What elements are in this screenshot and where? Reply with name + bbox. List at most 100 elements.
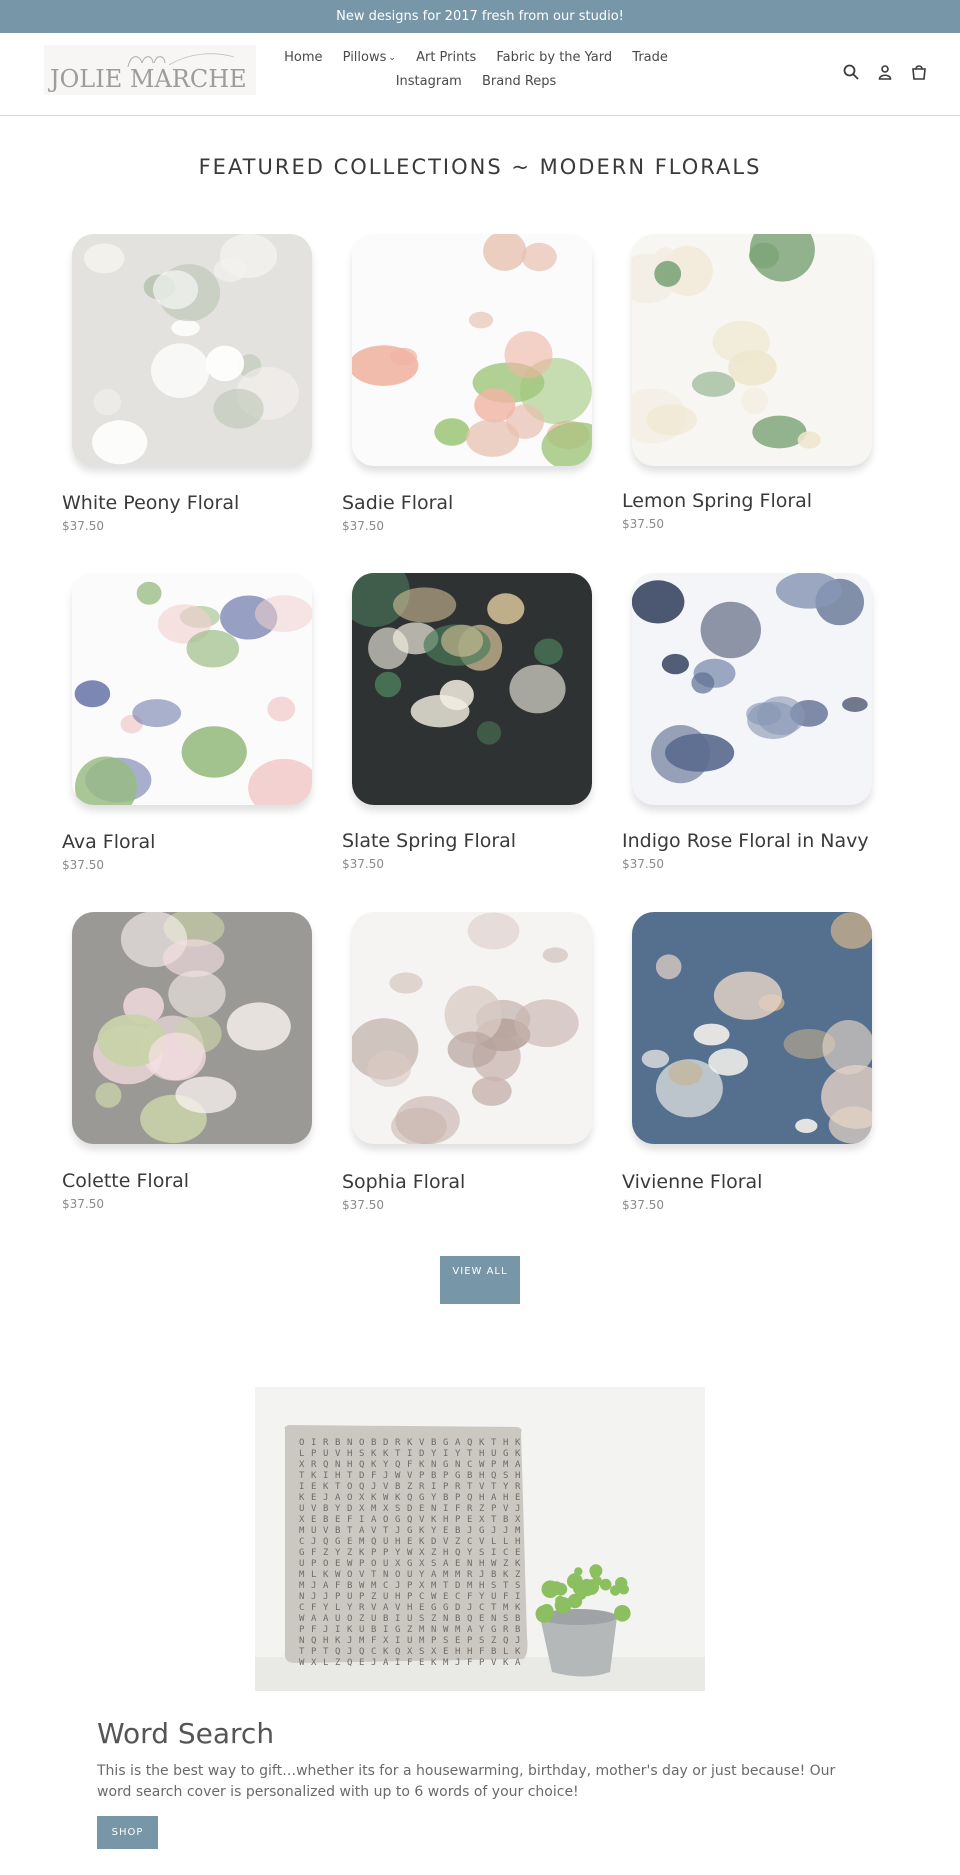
- word-search-letter: J: [479, 1570, 484, 1580]
- word-search-letter: P: [431, 1636, 437, 1646]
- word-search-letter: F: [371, 1471, 376, 1481]
- word-search-letter: Q: [491, 1471, 496, 1481]
- word-search-letter: R: [455, 1482, 461, 1492]
- word-search-letter: E: [467, 1515, 472, 1525]
- word-search-letter: H: [443, 1548, 448, 1558]
- product-name[interactable]: Ava Floral: [62, 831, 155, 853]
- cart-icon[interactable]: [910, 63, 928, 81]
- word-search-image: OIRBNOBDRKVBGAQKTHKLPUVHSKKTIDYIYTHUGKXR…: [255, 1387, 705, 1691]
- word-search-letter: Y: [335, 1548, 341, 1558]
- plant-leaf: [574, 1567, 583, 1576]
- word-search-letter: W: [383, 1493, 389, 1503]
- search-icon[interactable]: [842, 63, 860, 81]
- word-search-letter: J: [347, 1636, 352, 1646]
- word-search-letter: E: [419, 1504, 424, 1514]
- product-image[interactable]: [622, 908, 882, 1148]
- product-image[interactable]: [62, 230, 322, 470]
- word-search-letter: F: [371, 1636, 376, 1646]
- nav-pillows[interactable]: Pillows ⌄: [343, 46, 396, 70]
- word-search-letter: J: [395, 1581, 400, 1591]
- word-search-pillow: O I R B N O B D R K V B G A Q K T H KL P U V H S K K T I D Y I Y T H U G KX R…: [255, 1387, 705, 1691]
- word-search-letter: K: [383, 1647, 389, 1657]
- word-search-letter: V: [395, 1603, 401, 1613]
- word-search-letter: I: [395, 1636, 400, 1646]
- product-card[interactable]: Sadie Floral $37.50: [342, 230, 602, 540]
- nav-art-prints[interactable]: Art Prints: [416, 46, 476, 69]
- product-image[interactable]: [342, 908, 602, 1148]
- product-card[interactable]: Sophia Floral $37.50: [342, 908, 602, 1218]
- word-search-letter: X: [311, 1658, 317, 1668]
- account-icon[interactable]: [876, 63, 894, 81]
- product-image[interactable]: [622, 230, 882, 470]
- word-search-letter: P: [359, 1592, 365, 1602]
- product-image[interactable]: [62, 569, 322, 809]
- product-name[interactable]: Vivienne Floral: [622, 1171, 762, 1193]
- word-search-letter: F: [407, 1658, 412, 1668]
- product-card[interactable]: Indigo Rose Floral in Navy $37.50: [622, 569, 882, 879]
- word-search-letter: A: [383, 1658, 389, 1668]
- product-image[interactable]: [62, 908, 322, 1148]
- product-name[interactable]: Slate Spring Floral: [342, 830, 516, 852]
- word-search-letter: D: [419, 1449, 424, 1459]
- product-image[interactable]: [342, 569, 602, 809]
- nav-trade[interactable]: Trade: [632, 46, 668, 69]
- view-all-button[interactable]: VIEW ALL: [440, 1256, 520, 1304]
- product-name[interactable]: Sophia Floral: [342, 1171, 465, 1193]
- word-search-letter: G: [395, 1515, 400, 1525]
- word-search-letter: E: [443, 1526, 448, 1536]
- floral-pattern: [93, 912, 291, 1143]
- word-search-letter: I: [395, 1658, 400, 1668]
- product-card[interactable]: Slate Spring Floral $37.50: [342, 569, 602, 879]
- floral-pattern: [641, 912, 872, 1144]
- pillow-illustration: [352, 234, 592, 466]
- word-search-letter: G: [443, 1460, 448, 1470]
- plant-leaf: [614, 1605, 631, 1622]
- word-search-letter: H: [443, 1515, 448, 1525]
- nav-brand-reps[interactable]: Brand Reps: [482, 70, 556, 93]
- word-search-letter: H: [395, 1537, 400, 1547]
- word-search-letter: U: [347, 1592, 352, 1602]
- word-search-letter: N: [383, 1570, 388, 1580]
- product-card[interactable]: Colette Floral $37.50: [62, 908, 322, 1218]
- word-search-letter: Q: [467, 1493, 472, 1503]
- word-search-letter: W: [347, 1559, 353, 1569]
- nav-instagram[interactable]: Instagram: [396, 70, 462, 93]
- word-search-letter: I: [515, 1592, 520, 1602]
- product-name[interactable]: White Peony Floral: [62, 492, 239, 514]
- product-name[interactable]: Indigo Rose Floral in Navy: [622, 830, 869, 852]
- product-card[interactable]: Lemon Spring Floral $37.50: [622, 230, 882, 540]
- product-image[interactable]: [622, 569, 882, 809]
- product-card[interactable]: Ava Floral $37.50: [62, 569, 322, 879]
- word-search-letter: A: [335, 1493, 341, 1503]
- shop-button[interactable]: SHOP: [97, 1816, 158, 1849]
- word-search-letter: K: [515, 1449, 521, 1459]
- word-search-letter: Q: [455, 1548, 460, 1558]
- word-search-letter: K: [515, 1438, 521, 1448]
- word-search-letter: K: [335, 1636, 341, 1646]
- nav-home[interactable]: Home: [284, 46, 322, 69]
- word-search-letter: P: [419, 1471, 425, 1481]
- product-card[interactable]: White Peony Floral $37.50: [62, 230, 322, 540]
- product-name[interactable]: Sadie Floral: [342, 492, 453, 514]
- product-card[interactable]: Vivienne Floral $37.50: [622, 908, 882, 1218]
- word-search-letter: G: [479, 1526, 484, 1536]
- word-search-letter: U: [491, 1449, 496, 1459]
- word-search-letter: P: [407, 1581, 413, 1591]
- word-search-letter: Q: [467, 1614, 472, 1624]
- product-name[interactable]: Colette Floral: [62, 1170, 189, 1192]
- word-search-letter: K: [419, 1460, 425, 1470]
- word-search-letter: P: [491, 1504, 497, 1514]
- word-search-letter: Y: [431, 1493, 437, 1503]
- word-search-letter: G: [443, 1438, 448, 1448]
- word-search-letter: W: [431, 1592, 437, 1602]
- store-logo[interactable]: JOLIE MARCHE: [44, 45, 256, 95]
- word-search-letter: B: [467, 1471, 472, 1481]
- nav-fabric[interactable]: Fabric by the Yard: [496, 46, 612, 69]
- word-search-letter: X: [419, 1559, 425, 1569]
- word-search-letter: D: [359, 1471, 364, 1481]
- word-search-letter: Z: [491, 1636, 497, 1646]
- product-image[interactable]: [342, 230, 602, 470]
- word-search-letter: F: [479, 1647, 484, 1657]
- word-search-letter: K: [503, 1570, 509, 1580]
- product-name[interactable]: Lemon Spring Floral: [622, 490, 812, 512]
